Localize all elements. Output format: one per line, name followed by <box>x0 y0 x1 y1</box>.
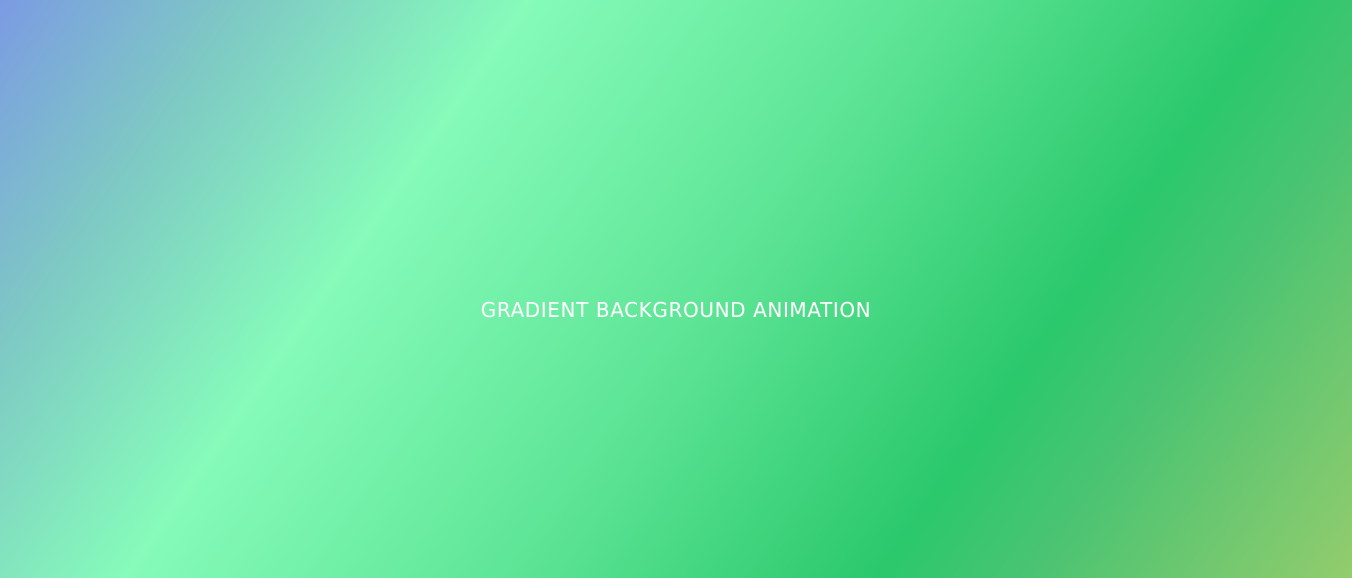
gradient-background: GRADIENT BACKGROUND ANIMATION <box>0 0 1352 578</box>
page-title: GRADIENT BACKGROUND ANIMATION <box>480 298 872 322</box>
